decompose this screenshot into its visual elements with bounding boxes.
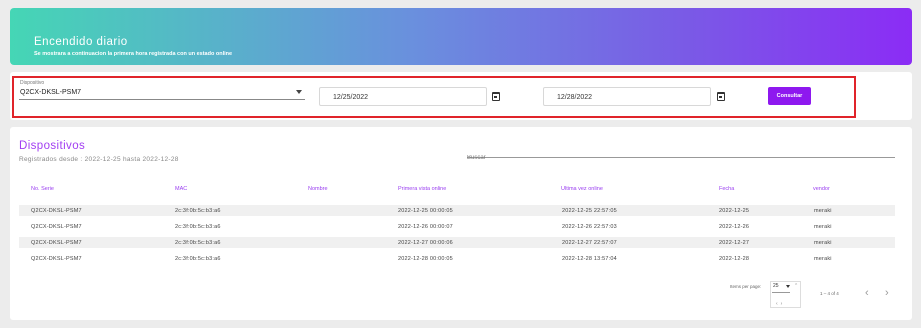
cell-ultima-vez: 2022-12-27 22:57:07 xyxy=(562,240,617,246)
cell-ultima-vez: 2022-12-28 13:57:04 xyxy=(562,256,617,262)
table-row[interactable]: Q2CX-DKSL-PSM7 2c:3f:0b:5c:b3:a6 2022-12… xyxy=(19,205,895,216)
calendar-icon[interactable] xyxy=(717,92,725,101)
cell-ultima-vez: 2022-12-26 22:57:03 xyxy=(562,224,617,230)
date-to-input[interactable]: 12/28/2022 xyxy=(543,87,711,106)
cell-vendor: meraki xyxy=(814,224,832,230)
spinner-arrows-icon[interactable]: ‹› xyxy=(776,301,785,307)
column-header-serial[interactable]: No. Serie xyxy=(31,186,54,192)
column-header-mac[interactable]: MAC xyxy=(175,186,187,192)
device-select-underline xyxy=(19,99,305,100)
page-header-banner: Encendido diario Se mostrara a continuac… xyxy=(10,8,912,65)
cell-fecha: 2022-12-25 xyxy=(719,208,750,214)
cell-fecha: 2022-12-27 xyxy=(719,240,750,246)
cell-ultima-vez: 2022-12-25 22:57:05 xyxy=(562,208,617,214)
cell-vendor: meraki xyxy=(814,240,832,246)
column-header-primera-vista[interactable]: Primera vista online xyxy=(398,186,446,192)
cell-serial: Q2CX-DKSL-PSM7 xyxy=(31,256,82,262)
cell-vendor: meraki xyxy=(814,208,832,214)
column-header-fecha[interactable]: Fecha xyxy=(719,186,734,192)
cell-primera-vista: 2022-12-27 00:00:06 xyxy=(398,240,453,246)
date-from-value: 12/25/2022 xyxy=(333,94,369,101)
cell-mac: 2c:3f:0b:5c:b3:a6 xyxy=(175,208,221,214)
cell-serial: Q2CX-DKSL-PSM7 xyxy=(31,224,82,230)
devices-date-range: Registrados desde : 2022-12-25 hasta 202… xyxy=(19,156,179,163)
calendar-icon[interactable] xyxy=(492,92,500,101)
cell-primera-vista: 2022-12-28 00:00:05 xyxy=(398,256,453,262)
previous-page-icon[interactable]: ‹ xyxy=(865,287,869,299)
items-per-page-select[interactable]: 25 xyxy=(773,283,779,289)
cell-serial: Q2CX-DKSL-PSM7 xyxy=(31,240,82,246)
cell-fecha: 2022-12-28 xyxy=(719,256,750,262)
devices-title: Dispositivos xyxy=(19,140,86,152)
page-size-dropdown-icon[interactable] xyxy=(786,285,790,288)
cell-serial: Q2CX-DKSL-PSM7 xyxy=(31,208,82,214)
column-header-nombre[interactable]: Nombre xyxy=(308,186,328,192)
cell-vendor: meraki xyxy=(814,256,832,262)
column-header-ultima-vez[interactable]: Ultima vez online xyxy=(561,186,603,192)
device-select-label: Dispositivo xyxy=(20,80,45,86)
table-row[interactable]: Q2CX-DKSL-PSM7 2c:3f:0b:5c:b3:a6 2022-12… xyxy=(19,253,895,264)
cell-primera-vista: 2022-12-26 00:00:07 xyxy=(398,224,453,230)
date-to-value: 12/28/2022 xyxy=(557,94,593,101)
consultar-button[interactable]: Consultar xyxy=(768,87,811,105)
next-page-icon[interactable]: › xyxy=(885,287,889,299)
device-select[interactable]: Q2CX-DKSL-PSM7 xyxy=(20,89,81,96)
page-range-label: 1 – 4 of 4 xyxy=(820,291,839,296)
items-per-page-underline xyxy=(772,292,790,293)
items-per-page-label: Items per page: xyxy=(730,284,762,289)
cell-mac: 2c:3f:0b:5c:b3:a6 xyxy=(175,240,221,246)
cell-mac: 2c:3f:0b:5c:b3:a6 xyxy=(175,224,221,230)
table-row[interactable]: Q2CX-DKSL-PSM7 2c:3f:0b:5c:b3:a6 2022-12… xyxy=(19,221,895,232)
date-from-input[interactable]: 12/25/2022 xyxy=(319,87,487,106)
table-row[interactable]: Q2CX-DKSL-PSM7 2c:3f:0b:5c:b3:a6 2022-12… xyxy=(19,237,895,248)
search-field xyxy=(467,146,895,164)
page-subtitle: Se mostrara a continuacion la primera ho… xyxy=(34,51,233,57)
dropdown-arrow-icon[interactable] xyxy=(296,90,302,94)
cell-primera-vista: 2022-12-25 00:00:05 xyxy=(398,208,453,214)
page-title: Encendido diario xyxy=(34,36,128,48)
spinner-up-icon[interactable]: ⌃ xyxy=(794,283,798,289)
column-header-vendor[interactable]: vendor xyxy=(813,186,830,192)
cell-fecha: 2022-12-26 xyxy=(719,224,750,230)
search-input[interactable] xyxy=(467,152,895,164)
cell-mac: 2c:3f:0b:5c:b3:a6 xyxy=(175,256,221,262)
